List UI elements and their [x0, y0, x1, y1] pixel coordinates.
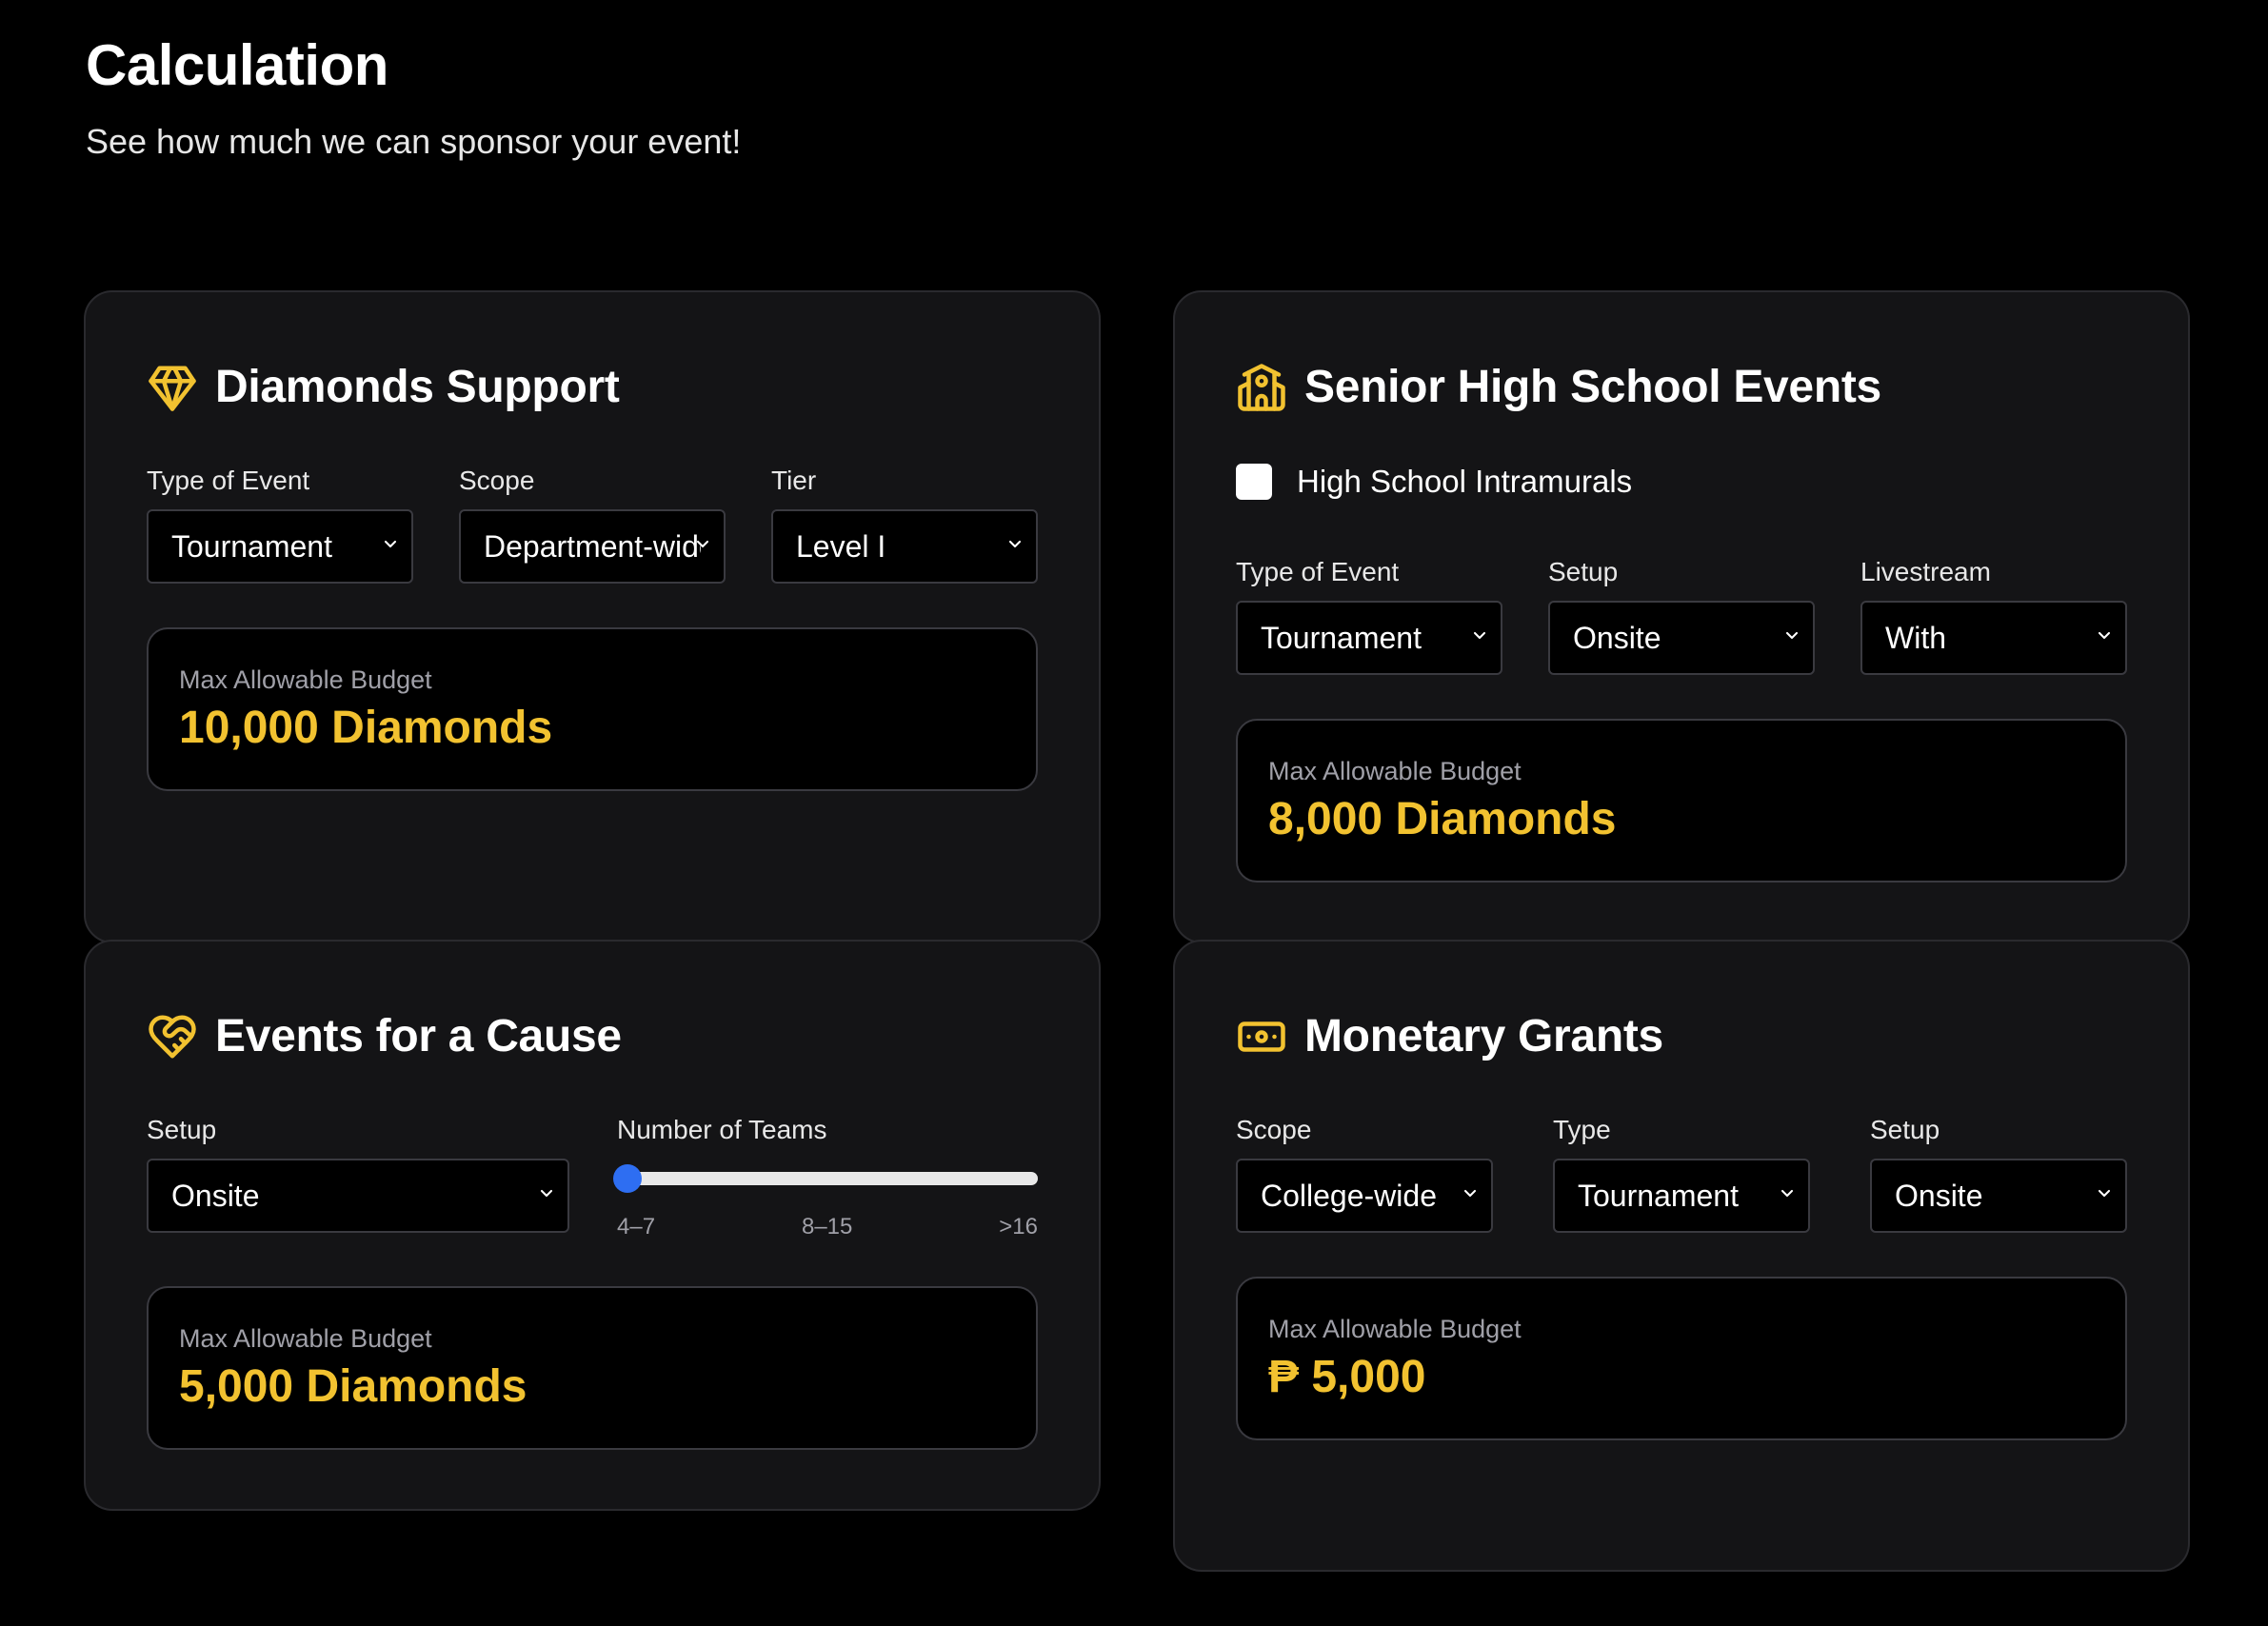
shs-type-label: Type of Event	[1236, 557, 1400, 586]
teams-tick-label: 8–15	[801, 1214, 853, 1239]
shs-setup-select[interactable]: Onsite	[1548, 601, 1815, 675]
diamonds-scope-label: Scope	[459, 466, 535, 495]
cause-teams-label: Number of Teams	[617, 1115, 827, 1144]
shs-events-title: Senior High School Events	[1304, 362, 1881, 412]
shs-events-header: Senior High School Events	[1236, 361, 1881, 413]
high-school-intramurals-checkbox[interactable]	[1236, 464, 1272, 500]
cause-setup-select[interactable]: Onsite	[147, 1159, 569, 1233]
chevron-down-icon	[2095, 1184, 2114, 1208]
grants-setup-value: Onsite	[1895, 1178, 1983, 1213]
shs-type-select[interactable]: Tournament	[1236, 601, 1502, 675]
shs-livestream-select[interactable]: With	[1860, 601, 2127, 675]
grants-type-value: Tournament	[1578, 1178, 1739, 1213]
grants-type-label: Type	[1553, 1115, 1611, 1144]
diamonds-type-field: Type of Event Tournament	[147, 464, 413, 584]
grants-setup-select[interactable]: Onsite	[1870, 1159, 2127, 1233]
events-for-cause-header: Events for a Cause	[147, 1010, 622, 1062]
diamonds-tier-field: Tier Level I	[771, 464, 1038, 584]
diamonds-type-value: Tournament	[171, 528, 332, 564]
chevron-down-icon	[693, 535, 712, 559]
diamonds-tier-value: Level I	[796, 528, 886, 564]
shs-setup-label: Setup	[1548, 557, 1619, 586]
diamonds-scope-select[interactable]: Department-wide	[459, 509, 726, 584]
grants-scope-label: Scope	[1236, 1115, 1312, 1144]
teams-slider[interactable]	[613, 1164, 1038, 1193]
chevron-down-icon	[1005, 535, 1025, 559]
shs-events-card: Senior High School Events High School In…	[1173, 290, 2190, 943]
grants-budget-value: ₱ 5,000	[1268, 1352, 1426, 1402]
grants-setup-field: Setup Onsite	[1870, 1113, 2127, 1233]
diamonds-support-title: Diamonds Support	[215, 362, 620, 412]
shs-setup-field: Setup Onsite	[1548, 555, 1815, 675]
shs-setup-value: Onsite	[1573, 620, 1661, 655]
banknote-icon	[1236, 1011, 1287, 1062]
cause-setup-field: Setup Onsite	[147, 1113, 569, 1233]
teams-slider-ticks: 4–7 8–15 >16	[617, 1214, 1038, 1240]
high-school-intramurals-row[interactable]: High School Intramurals	[1236, 464, 1632, 500]
teams-tick-label: >16	[999, 1214, 1038, 1239]
diamond-icon	[147, 362, 198, 413]
grants-type-field: Type Tournament	[1553, 1113, 1810, 1233]
diamonds-support-card: Diamonds Support Type of Event Tournamen…	[84, 290, 1101, 943]
chevron-down-icon	[2095, 626, 2114, 650]
shs-livestream-field: Livestream With	[1860, 555, 2127, 675]
school-icon	[1236, 362, 1287, 413]
high-school-intramurals-label: High School Intramurals	[1297, 464, 1633, 499]
events-for-cause-card: Events for a Cause Setup Onsite Number o…	[84, 940, 1101, 1511]
shs-livestream-value: With	[1885, 620, 1946, 655]
shs-type-value: Tournament	[1261, 620, 1422, 655]
shs-type-field: Type of Event Tournament	[1236, 555, 1502, 675]
cause-setup-value: Onsite	[171, 1178, 260, 1213]
cause-budget-box: Max Allowable Budget 5,000 Diamonds	[147, 1286, 1038, 1450]
page-subtitle: See how much we can sponsor your event!	[86, 122, 742, 161]
shs-budget-value: 8,000 Diamonds	[1268, 794, 1617, 844]
diamonds-support-header: Diamonds Support	[147, 361, 620, 413]
grants-budget-box: Max Allowable Budget ₱ 5,000	[1236, 1277, 2127, 1440]
events-for-cause-title: Events for a Cause	[215, 1011, 622, 1061]
diamonds-budget-label: Max Allowable Budget	[179, 665, 432, 694]
grants-budget-label: Max Allowable Budget	[1268, 1315, 1522, 1343]
chevron-down-icon	[1461, 1184, 1480, 1208]
diamonds-tier-label: Tier	[771, 466, 817, 495]
cause-teams-field: Number of Teams 4–7 8–15 >16	[613, 1113, 1038, 1240]
monetary-grants-card: Monetary Grants Scope College-wide Type …	[1173, 940, 2190, 1572]
diamonds-scope-field: Scope Department-wide	[459, 464, 726, 584]
shs-budget-box: Max Allowable Budget 8,000 Diamonds	[1236, 719, 2127, 882]
monetary-grants-header: Monetary Grants	[1236, 1010, 1663, 1062]
diamonds-budget-box: Max Allowable Budget 10,000 Diamonds	[147, 627, 1038, 791]
cause-budget-label: Max Allowable Budget	[179, 1324, 432, 1353]
diamonds-type-label: Type of Event	[147, 466, 310, 495]
diamonds-type-select[interactable]: Tournament	[147, 509, 413, 584]
grants-scope-field: Scope College-wide	[1236, 1113, 1493, 1233]
diamonds-scope-value: Department-wide	[484, 528, 701, 564]
chevron-down-icon	[1470, 626, 1489, 650]
teams-slider-thumb[interactable]	[613, 1164, 642, 1193]
teams-tick-label: 4–7	[617, 1214, 656, 1239]
chevron-down-icon	[1782, 626, 1801, 650]
grants-setup-label: Setup	[1870, 1115, 1940, 1144]
cause-setup-label: Setup	[147, 1115, 217, 1144]
page-title: Calculation	[86, 33, 388, 97]
grants-scope-select[interactable]: College-wide	[1236, 1159, 1493, 1233]
grants-type-select[interactable]: Tournament	[1553, 1159, 1810, 1233]
diamonds-budget-value: 10,000 Diamonds	[179, 703, 553, 753]
diamonds-tier-select[interactable]: Level I	[771, 509, 1038, 584]
chevron-down-icon	[1778, 1184, 1797, 1208]
shs-budget-label: Max Allowable Budget	[1268, 757, 1522, 785]
chevron-down-icon	[381, 535, 400, 559]
shs-livestream-label: Livestream	[1860, 557, 1991, 586]
heart-handshake-icon	[147, 1011, 198, 1062]
monetary-grants-title: Monetary Grants	[1304, 1011, 1663, 1061]
cause-budget-value: 5,000 Diamonds	[179, 1361, 527, 1412]
chevron-down-icon	[537, 1184, 556, 1208]
grants-scope-value: College-wide	[1261, 1178, 1437, 1213]
